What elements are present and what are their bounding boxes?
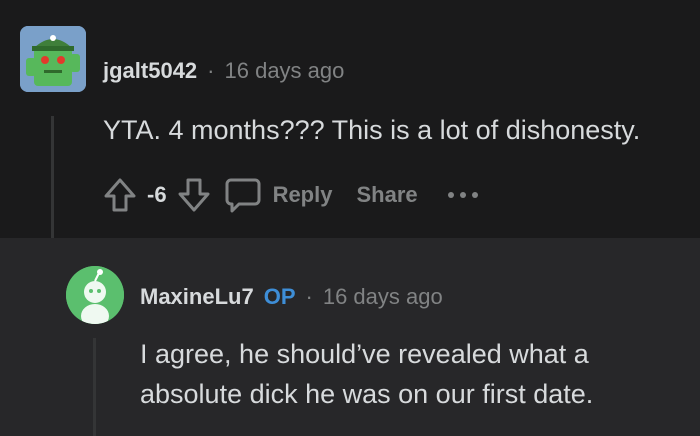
meta-separator: · [207,58,215,83]
more-icon [447,192,478,198]
reply-username[interactable]: MaxineLu7 [140,284,254,310]
comment-username[interactable]: jgalt5042 [103,58,197,84]
reply-label: Reply [272,182,333,207]
downvote-icon [178,178,210,212]
comment-actions: -6 Reply Share [103,176,480,214]
share-button[interactable]: Share [356,182,417,208]
thread-line[interactable] [51,116,54,238]
reply-button[interactable]: Reply [223,176,333,214]
comment: jgalt5042 · 16 days ago YTA. 4 months???… [0,0,700,238]
more-options-button[interactable] [446,189,480,201]
comment-timestamp[interactable]: 16 days ago [225,58,345,84]
reply-meta: MaxineLu7 OP · 16 days ago [140,284,443,310]
reply-body: I agree, he should’ve revealed what a ab… [140,334,593,414]
vote-score: -6 [147,182,167,207]
snoo-cactus-icon [20,26,86,92]
comment-icon [225,178,261,213]
share-label: Share [356,182,418,207]
reply-body-line: absolute dick he was on our first date. [140,379,594,409]
upvote-icon [104,178,136,212]
upvote-button[interactable] [103,177,137,213]
user-avatar[interactable] [20,26,86,92]
comment-meta: jgalt5042 · 16 days ago [103,58,344,84]
downvote-button[interactable] [177,177,211,213]
snoo-avatar-icon [66,266,124,324]
reply-timestamp[interactable]: 16 days ago [323,284,443,310]
meta-separator: · [305,284,313,309]
reply-body-line: I agree, he should’ve revealed what a [140,339,589,369]
reply-avatar[interactable] [66,266,124,324]
reply-comment: MaxineLu7 OP · 16 days ago I agree, he s… [0,238,700,436]
op-badge: OP [263,284,296,309]
reply-thread-line[interactable] [93,338,96,436]
comment-body: YTA. 4 months??? This is a lot of dishon… [103,115,641,145]
